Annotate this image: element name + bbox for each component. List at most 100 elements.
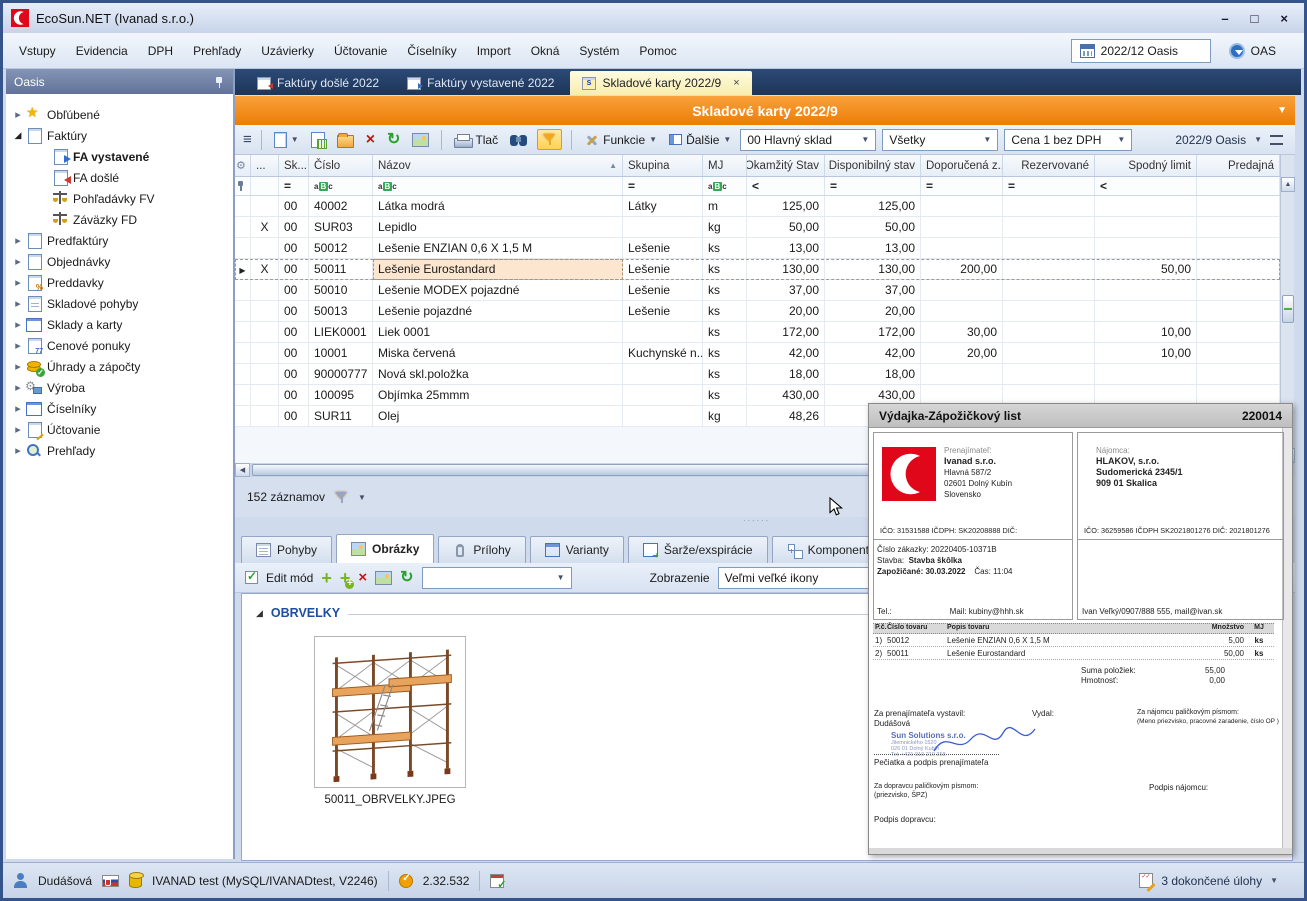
status-database[interactable]: IVANAD test (MySQL/IVANADtest, V2246)	[152, 874, 378, 888]
calendar-check-icon[interactable]	[490, 874, 504, 888]
column-header[interactable]: ...	[251, 155, 279, 176]
tree-item[interactable]: Výroba	[6, 377, 233, 398]
tree-item[interactable]: Preddavky	[6, 272, 233, 293]
tree-expander-icon[interactable]	[10, 381, 26, 394]
tree-expander-icon[interactable]	[10, 108, 26, 121]
tree-item[interactable]: Predfaktúry	[6, 230, 233, 251]
table-row[interactable]: X 00 SUR03 Lepidlo kg 50,00 50,00	[235, 217, 1280, 238]
column-header[interactable]: Doporučená z...	[921, 155, 1003, 176]
customize-toolbar-icon[interactable]	[1270, 135, 1283, 145]
filter-cell[interactable]	[703, 177, 747, 195]
filter-op-less-icon[interactable]	[1095, 177, 1197, 195]
grid-settings-gear-icon[interactable]: ⚙	[236, 159, 246, 172]
menu-item[interactable]: Účtovanie	[324, 40, 397, 62]
table-row[interactable]: 00 90000777 Nová skl.položka ks 18,00 18…	[235, 364, 1280, 385]
tree-expander-icon[interactable]	[10, 130, 26, 141]
menu-item[interactable]: Okná	[521, 40, 570, 62]
table-row[interactable]: 00 40002 Látka modrá Látky m 125,00 125,…	[235, 196, 1280, 217]
column-header[interactable]: Okamžitý Stav	[747, 155, 825, 176]
tree-item[interactable]: Pohľadávky FV	[6, 188, 233, 209]
tab-sarze[interactable]: Šarže/exspirácie	[628, 536, 768, 563]
filter-op-equals-icon[interactable]	[279, 177, 309, 195]
preview-title-bar[interactable]: Výdajka-Zápožičkový list 220014	[869, 404, 1292, 428]
add-image-button[interactable]: +	[321, 571, 332, 585]
column-header[interactable]: Číslo	[309, 155, 373, 176]
menu-item[interactable]: Prehľady	[183, 40, 251, 62]
filter-cell[interactable]	[1197, 177, 1280, 195]
footer-filter-dropdown-icon[interactable]: ▼	[358, 493, 366, 502]
column-header[interactable]: MJ	[703, 155, 747, 176]
tree-expander-icon[interactable]	[10, 297, 26, 310]
oas-button[interactable]: OAS	[1221, 41, 1284, 61]
menu-item[interactable]: Systém	[569, 40, 629, 62]
tab-obrazky[interactable]: Obrázky	[336, 534, 434, 563]
filter-select[interactable]: Všetky▼	[882, 129, 998, 151]
status-tasks[interactable]: 3 dokončené úlohy	[1161, 874, 1262, 888]
tree-expander-icon[interactable]	[10, 276, 26, 289]
tab-skladove-karty[interactable]: Skladové karty 2022/9 ×	[570, 71, 751, 95]
filter-op-equals-icon[interactable]	[825, 177, 921, 195]
new-record-button[interactable]: ▼	[271, 130, 302, 150]
menu-item[interactable]: Pomoc	[629, 40, 686, 62]
filter-cell[interactable]	[309, 177, 373, 195]
tree-expander-icon[interactable]	[10, 318, 26, 331]
search-button[interactable]	[507, 131, 531, 149]
tree-expander-icon[interactable]	[10, 360, 26, 373]
tree-item[interactable]: Objednávky	[6, 251, 233, 272]
maximize-button[interactable]: □	[1251, 11, 1259, 26]
close-button[interactable]: ×	[1280, 11, 1288, 26]
tree-item[interactable]: Obľúbené	[6, 104, 233, 125]
table-row[interactable]: 00 50013 Lešenie pojazdné Lešenie ks 20,…	[235, 301, 1280, 322]
functions-menu-button[interactable]: Funkcie▼	[581, 131, 660, 149]
add-image-plus-button[interactable]: +	[340, 571, 351, 585]
tree-item[interactable]: FA došlé	[6, 167, 233, 188]
tab-faktury-vystavene[interactable]: Faktúry vystavené 2022	[395, 71, 566, 95]
grid-period-label[interactable]: 2022/9 Oasis	[1175, 133, 1246, 147]
tree-item[interactable]: Sklady a karty	[6, 314, 233, 335]
table-row[interactable]: 00 LIEK0001 Liek 0001 ks 172,00 172,00 3…	[235, 322, 1280, 343]
filter-op-equals-icon[interactable]	[921, 177, 1003, 195]
tree-expander-icon[interactable]	[10, 423, 26, 436]
image-button[interactable]	[409, 131, 432, 149]
column-header[interactable]: Predajná	[1197, 155, 1280, 176]
filter-op-equals-icon[interactable]	[1003, 177, 1095, 195]
minimize-button[interactable]: –	[1221, 11, 1228, 26]
tasks-dropdown-icon[interactable]: ▼	[1270, 876, 1278, 885]
document-preview-window[interactable]: Výdajka-Zápožičkový list 220014 Prenajím…	[868, 403, 1293, 855]
column-header[interactable]: Spodný limit	[1095, 155, 1197, 176]
tree-expander-icon[interactable]	[10, 255, 26, 268]
filter-toggle-button[interactable]	[537, 129, 562, 150]
panel-splitter[interactable]: ∙∙∙∙∙∙	[743, 518, 787, 523]
image-filter-combo[interactable]: ▼	[422, 567, 572, 589]
image-tool-icon[interactable]	[375, 571, 392, 585]
tree-expander-icon[interactable]	[10, 402, 26, 415]
print-button[interactable]: Tlač	[451, 130, 501, 149]
delete-record-button[interactable]: ×	[363, 131, 378, 149]
footer-filter-icon[interactable]	[335, 491, 348, 504]
tree-item[interactable]: FA vystavené	[6, 146, 233, 167]
refresh-button[interactable]: ↻	[384, 131, 403, 149]
group-collapse-icon[interactable]: ◢	[256, 608, 263, 619]
menu-item[interactable]: Uzávierky	[251, 40, 324, 62]
warehouse-select[interactable]: 00 Hlavný sklad▼	[740, 129, 876, 151]
menu-item[interactable]: Import	[467, 40, 521, 62]
table-row[interactable]: X 00 50011 Lešenie Eurostandard Lešenie …	[235, 259, 1280, 280]
tree-expander-icon[interactable]	[10, 339, 26, 352]
period-dropdown-icon[interactable]: ▼	[1254, 135, 1262, 144]
menu-item[interactable]: Číselníky	[397, 40, 466, 62]
column-header[interactable]: Skupina	[623, 155, 703, 176]
tab-varianty[interactable]: Varianty	[530, 536, 624, 563]
filter-op-less-icon[interactable]	[747, 177, 825, 195]
refresh-images-button[interactable]: ↻	[400, 571, 413, 585]
menu-item[interactable]: DPH	[138, 40, 183, 62]
table-row[interactable]: 00 10001 Miska červená Kuchynské n... ks…	[235, 343, 1280, 364]
tree-item[interactable]: Cenové ponuky	[6, 335, 233, 356]
copy-record-button[interactable]	[308, 130, 328, 150]
table-row[interactable]: 00 50012 Lešenie ENZIAN 0,6 X 1,5 M Leše…	[235, 238, 1280, 259]
filter-cell[interactable]	[251, 177, 279, 195]
column-header-nazov[interactable]: Názov▲	[373, 155, 623, 176]
tree-item[interactable]: Úhrady a zápočty	[6, 356, 233, 377]
slovak-flag-icon[interactable]	[102, 875, 119, 887]
tree-item[interactable]: Záväzky FD	[6, 209, 233, 230]
table-row[interactable]: 00 50010 Lešenie MODEX pojazdné Lešenie …	[235, 280, 1280, 301]
